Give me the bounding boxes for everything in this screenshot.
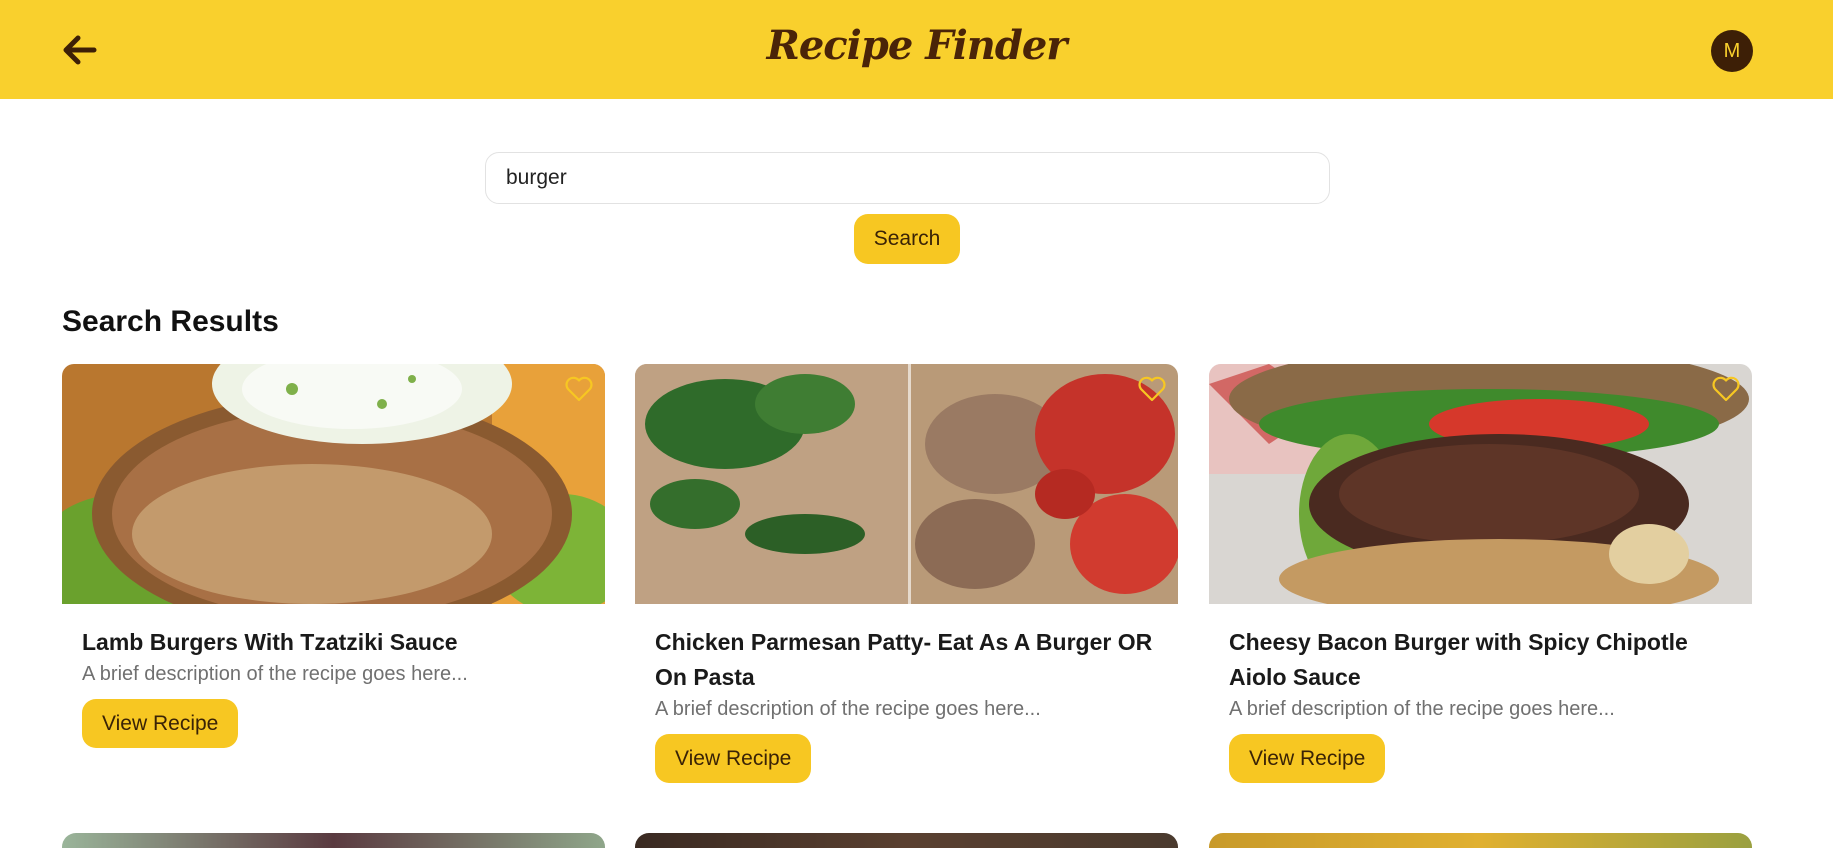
recipe-card-image-partial <box>1209 833 1752 848</box>
heart-outline-icon <box>565 376 593 402</box>
recipe-title: Lamb Burgers With Tzatziki Sauce <box>82 629 458 655</box>
view-recipe-button[interactable]: View Recipe <box>1229 734 1386 783</box>
recipe-image <box>1209 364 1752 604</box>
view-recipe-button[interactable]: View Recipe <box>82 699 239 748</box>
recipe-description: A brief description of the recipe goes h… <box>655 698 1041 720</box>
favorite-button[interactable] <box>1712 376 1740 402</box>
recipe-description: A brief description of the recipe goes h… <box>82 663 468 685</box>
favorite-button[interactable] <box>1138 376 1166 402</box>
heart-outline-icon <box>1138 376 1166 402</box>
recipe-card-image-partial <box>62 833 605 848</box>
recipe-image <box>635 364 1178 604</box>
recipe-card: Lamb Burgers With Tzatziki Sauce A brief… <box>62 364 605 794</box>
recipe-title: Chicken Parmesan Patty- Eat As A Burger … <box>655 629 1153 690</box>
recipe-image <box>62 364 605 604</box>
recipe-title: Cheesy Bacon Burger with Spicy Chipotle … <box>1229 629 1688 690</box>
search-input[interactable] <box>485 152 1330 204</box>
recipe-card-image-partial <box>635 833 1178 848</box>
search-button[interactable]: Search <box>854 214 960 264</box>
view-recipe-button[interactable]: View Recipe <box>655 734 812 783</box>
search-results-heading: Search Results <box>62 305 279 338</box>
recipe-card: Cheesy Bacon Burger with Spicy Chipotle … <box>1209 364 1752 794</box>
favorite-button[interactable] <box>565 376 593 402</box>
recipe-card: Chicken Parmesan Patty- Eat As A Burger … <box>635 364 1178 794</box>
recipe-description: A brief description of the recipe goes h… <box>1229 698 1615 720</box>
app-title: Recipe Finder <box>766 22 1068 69</box>
heart-outline-icon <box>1712 376 1740 402</box>
top-app-bar: Recipe Finder M <box>0 0 1833 99</box>
user-avatar[interactable]: M <box>1711 30 1753 72</box>
